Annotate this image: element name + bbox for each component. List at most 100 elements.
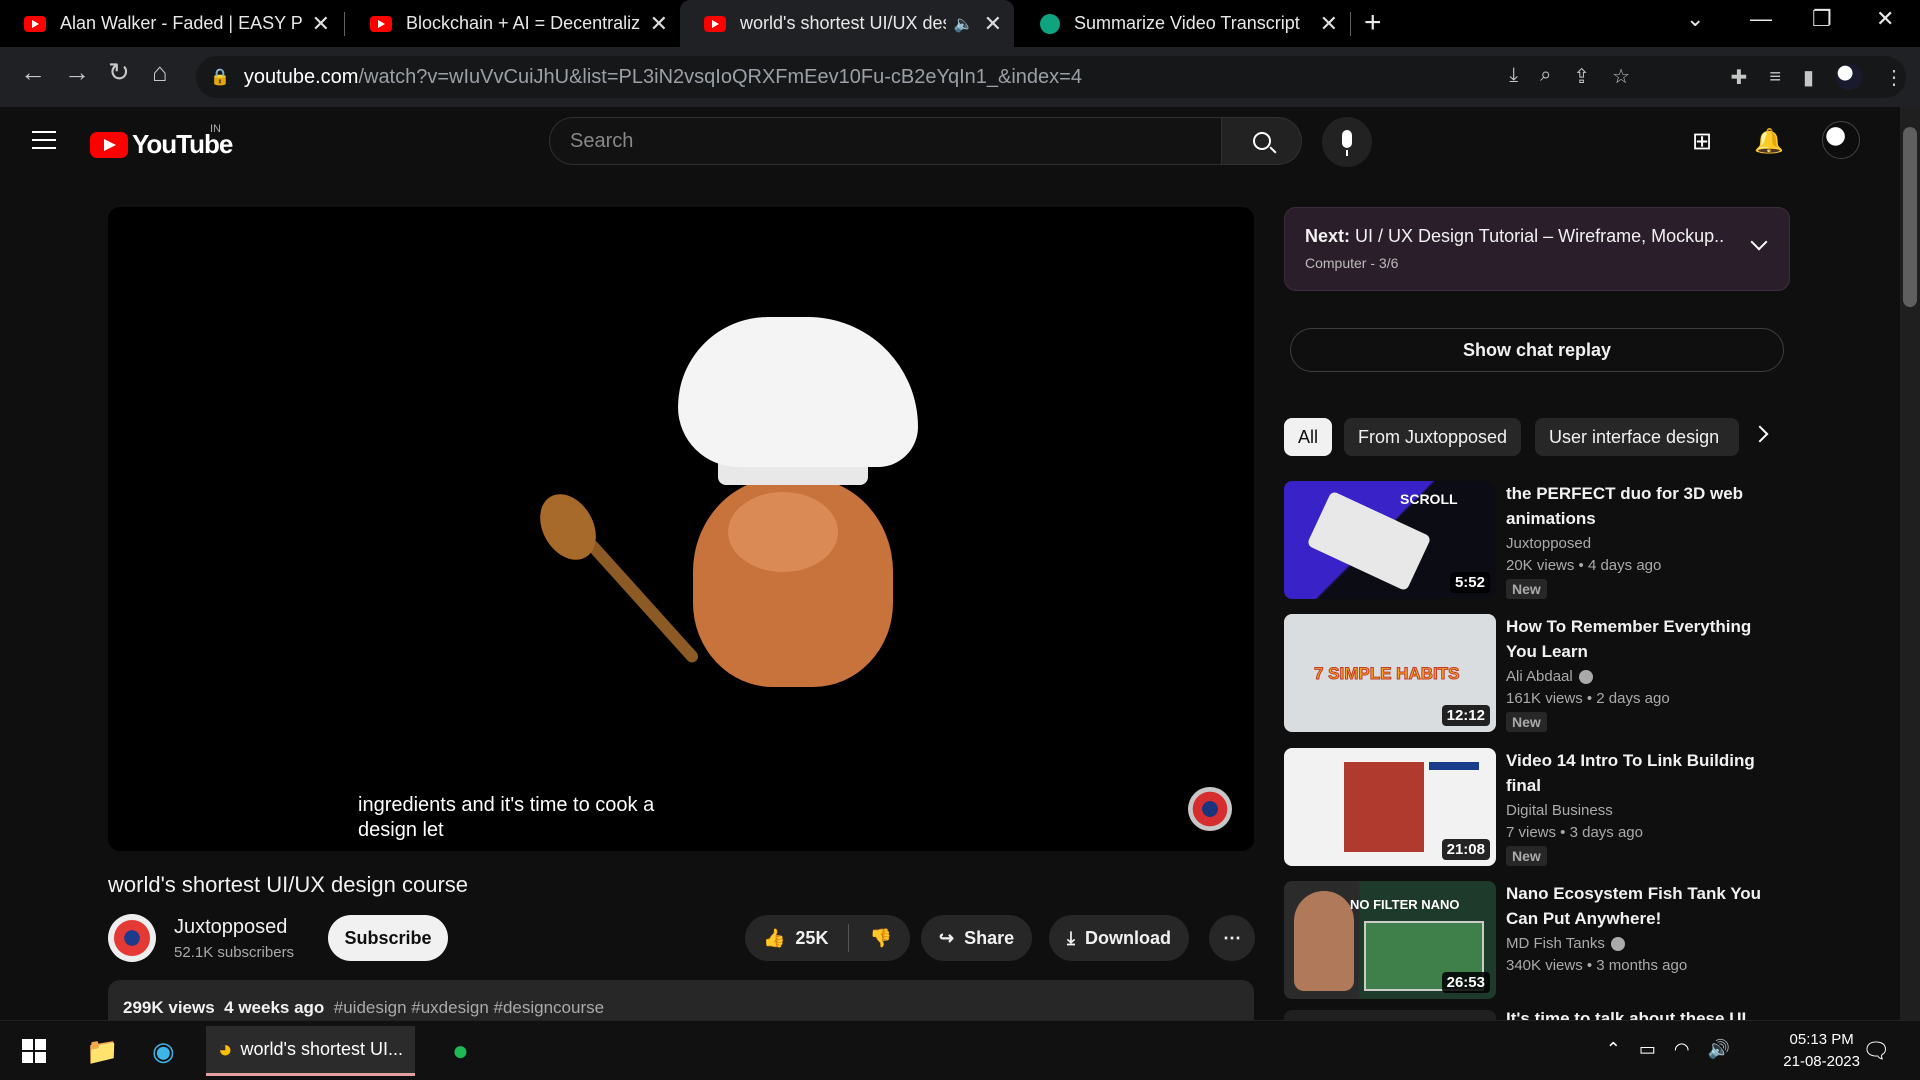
download-button[interactable]: ⤓ Download (1049, 915, 1189, 961)
browser-tab[interactable]: Summarize Video Transcript ✕ (1016, 0, 1350, 47)
recommendation-title[interactable]: It's time to talk about these UI (1506, 1010, 1776, 1020)
page-scrollbar[interactable] (1900, 107, 1920, 1020)
recommendation-item[interactable]: 21:08 Video 14 Intro To Link Building fi… (1284, 748, 1784, 868)
video-thumbnail[interactable]: NO FILTER NANO 26:53 (1284, 881, 1496, 999)
restore-icon[interactable]: ❐ (1812, 6, 1832, 32)
battery-icon[interactable]: ▭ (1639, 1039, 1656, 1060)
browser-tab[interactable]: Alan Walker - Faded | EASY Piano ✕ (0, 0, 342, 47)
file-explorer-icon[interactable]: 📁 (86, 1031, 118, 1071)
recommendation-channel[interactable]: Ali Abdaal (1506, 668, 1593, 685)
tab-divider (1350, 12, 1351, 36)
chevron-right-icon[interactable] (1751, 425, 1769, 443)
tab-search-chevron-icon[interactable]: ⌄ (1686, 6, 1704, 32)
subscriber-count: 52.1K subscribers (174, 944, 295, 961)
chevron-down-icon[interactable] (1750, 233, 1768, 251)
thumbs-down-icon[interactable]: 👎 (869, 928, 891, 949)
recommendation-title[interactable]: How To Remember Everything You Learn (1506, 614, 1776, 664)
close-window-icon[interactable]: ✕ (1876, 6, 1894, 32)
video-player[interactable]: ingredients and it's time to cook a desi… (108, 207, 1254, 851)
new-badge: New (1506, 712, 1547, 732)
recommendation-item[interactable]: NO FILTER NANO 26:53 Nano Ecosystem Fish… (1284, 881, 1784, 1001)
video-thumbnail[interactable]: SCROLL 5:52 (1284, 481, 1496, 599)
close-tab-icon[interactable]: ✕ (312, 11, 330, 37)
install-app-icon[interactable]: ⤓ (1509, 64, 1518, 89)
wifi-icon[interactable]: ◠ (1674, 1039, 1690, 1060)
search-button[interactable] (1222, 117, 1302, 165)
thumbs-up-icon[interactable]: 👍 (763, 928, 785, 949)
thumbnail-text: 7 SIMPLE HABITS (1313, 664, 1460, 684)
subscribe-button[interactable]: Subscribe (328, 915, 448, 961)
recommendation-item[interactable]: 7 SIMPLE HABITS 12:12 How To Remember Ev… (1284, 614, 1784, 734)
show-chat-replay-button[interactable]: Show chat replay (1290, 328, 1784, 372)
chef-hat (678, 317, 918, 467)
spotify-icon[interactable]: ● (452, 1031, 469, 1071)
browser-tab[interactable]: Blockchain + AI = Decentralized A ✕ (346, 0, 680, 47)
video-thumbnail[interactable]: 21:08 (1284, 748, 1496, 866)
browser-profile-avatar[interactable] (1836, 64, 1862, 90)
channel-name[interactable]: Juxtopposed (174, 916, 287, 939)
reload-icon[interactable]: ↻ (108, 57, 130, 88)
youtube-favicon-icon (704, 15, 726, 32)
notifications-bell-icon[interactable]: 🔔 (1754, 127, 1784, 156)
speaker-muted-icon[interactable]: 🔈 (954, 14, 974, 34)
minimize-icon[interactable]: — (1750, 6, 1772, 32)
windows-taskbar: 📁 ◉ ◕ world's shortest UI... ● ⌃ ▭ ◠ 🔊 0… (0, 1020, 1920, 1080)
like-count[interactable]: 25K (795, 928, 828, 949)
close-tab-icon[interactable]: ✕ (650, 11, 668, 37)
extensions-puzzle-icon[interactable]: ✚ (1731, 65, 1748, 90)
recommendation-channel[interactable]: MD Fish Tanks (1506, 935, 1625, 952)
recommendation-channel[interactable]: Juxtopposed (1506, 535, 1591, 552)
clock[interactable]: 05:13 PM 21-08-2023 (1783, 1029, 1860, 1073)
chip-from-channel[interactable]: From Juxtopposed (1344, 418, 1522, 456)
hamburger-menu-icon[interactable] (32, 131, 56, 149)
create-video-icon[interactable]: ⊞ (1692, 127, 1712, 156)
recommendation-title[interactable]: Nano Ecosystem Fish Tank You Can Put Any… (1506, 881, 1776, 931)
new-tab-plus-icon[interactable]: + (1364, 6, 1382, 40)
chrome-taskbar-button[interactable]: ◕ world's shortest UI... (206, 1026, 415, 1076)
recommendation-channel[interactable]: Digital Business (1506, 802, 1613, 819)
share-page-icon[interactable]: ⇪ (1573, 64, 1590, 89)
more-actions-button[interactable]: ⋯ (1209, 915, 1255, 961)
close-tab-icon[interactable]: ✕ (1320, 11, 1338, 37)
browser-menu-kebab-icon[interactable]: ⋮ (1884, 65, 1904, 90)
scrollbar-thumb[interactable] (1903, 127, 1917, 307)
channel-avatar[interactable] (108, 914, 156, 962)
notification-center-icon[interactable]: 🗨 (1862, 1031, 1890, 1071)
close-tab-icon[interactable]: ✕ (984, 11, 1002, 37)
lock-icon[interactable]: 🔒 (210, 67, 230, 87)
share-arrow-icon: ↪ (939, 927, 955, 948)
search-input[interactable]: Search (549, 117, 1222, 165)
bookmark-star-icon[interactable]: ☆ (1612, 64, 1630, 89)
back-arrow-icon[interactable]: ← (20, 57, 46, 88)
channel-name-text: Ali Abdaal (1506, 668, 1573, 685)
hashtags[interactable]: #uidesign #uxdesign #designcourse (334, 998, 604, 1017)
home-icon[interactable]: ⌂ (152, 57, 168, 88)
recommendation-title[interactable]: the PERFECT duo for 3D web animations (1506, 481, 1776, 531)
video-thumbnail[interactable]: 7 SIMPLE HABITS 12:12 (1284, 614, 1496, 732)
recommendation-item[interactable]: SCROLL 5:52 the PERFECT duo for 3D web a… (1284, 481, 1784, 601)
youtube-logo[interactable]: YouTube IN (90, 123, 233, 160)
region-code: IN (210, 123, 221, 135)
voice-search-button[interactable] (1322, 117, 1372, 167)
tab-title: world's shortest UI/UX design (740, 13, 946, 33)
chip-topic[interactable]: User interface design (1535, 418, 1739, 456)
playlist-next-card[interactable]: Next: UI / UX Design Tutorial – Wirefram… (1284, 207, 1790, 291)
volume-icon[interactable]: 🔊 (1708, 1039, 1730, 1060)
windows-start-button[interactable] (22, 1031, 46, 1071)
forward-arrow-icon[interactable]: → (64, 57, 90, 88)
edge-browser-icon[interactable]: ◉ (152, 1031, 175, 1071)
side-panel-icon[interactable]: ▮ (1803, 65, 1814, 90)
recommendation-item[interactable]: It's time to talk about these UI (1284, 1010, 1784, 1020)
video-thumbnail[interactable] (1284, 1010, 1496, 1020)
address-bar[interactable]: 🔒 youtube.com/watch?v=wIuVvCuiJhU&list=P… (196, 56, 1906, 98)
zoom-icon[interactable]: ⌕ (1540, 64, 1551, 89)
new-badge: New (1506, 846, 1547, 866)
chip-all[interactable]: All (1284, 418, 1333, 456)
show-hidden-icons-chevron-icon[interactable]: ⌃ (1606, 1039, 1621, 1060)
media-queue-icon[interactable]: ≡ (1769, 66, 1781, 89)
share-button[interactable]: ↪ Share (921, 915, 1033, 961)
account-avatar[interactable] (1822, 121, 1860, 159)
channel-watermark-icon[interactable] (1188, 787, 1232, 831)
recommendation-title[interactable]: Video 14 Intro To Link Building final (1506, 748, 1776, 798)
browser-tab-active[interactable]: world's shortest UI/UX design 🔈 ✕ (680, 0, 1014, 47)
